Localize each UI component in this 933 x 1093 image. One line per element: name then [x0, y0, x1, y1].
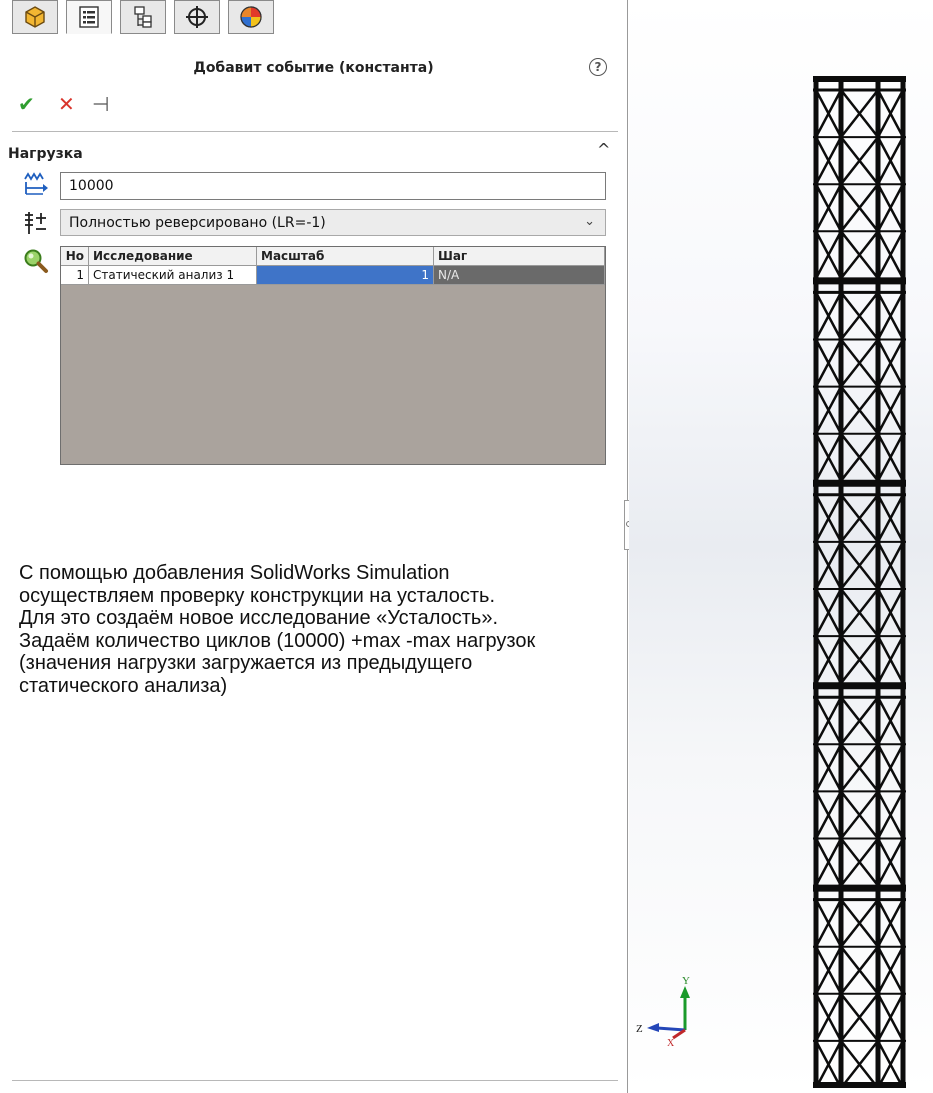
- truss-tower-model[interactable]: [813, 76, 906, 1088]
- help-icon[interactable]: ?: [589, 58, 607, 76]
- appearance-sphere-icon: [240, 6, 262, 28]
- cycles-icon: [24, 172, 48, 195]
- z-axis-head: [647, 1023, 659, 1032]
- y-axis-head: [680, 986, 690, 998]
- row-number-cell: 1: [61, 266, 89, 285]
- column-header-step[interactable]: Шаг: [434, 247, 605, 266]
- caption-line: статического анализа): [19, 674, 228, 697]
- cycles-input[interactable]: [60, 172, 606, 200]
- magnifier-icon[interactable]: [23, 248, 49, 274]
- display-manager-tab[interactable]: [228, 0, 274, 34]
- study-cell[interactable]: Статический анализ 1: [89, 266, 257, 285]
- study-table: Но Исследование Масштаб Шаг 1 Статически…: [60, 246, 606, 465]
- loading-type-select[interactable]: Полностью реверсировано (LR=-1) ⌄: [60, 209, 606, 236]
- caption-line: С помощью добавления SolidWorks Simulati…: [19, 562, 450, 584]
- crosshair-icon: [186, 6, 208, 28]
- configuration-manager-icon: [134, 6, 152, 28]
- chevron-down-icon: ⌄: [584, 214, 595, 229]
- caption-line: осуществляем проверку конструкции на уст…: [19, 584, 496, 607]
- y-axis-label: Y: [682, 975, 690, 987]
- caption-text: С помощью добавления SolidWorks Simulati…: [19, 562, 619, 697]
- x-axis-label: X: [667, 1038, 675, 1049]
- column-header-scale[interactable]: Масштаб: [257, 247, 434, 266]
- dimxpert-tab[interactable]: [174, 0, 220, 34]
- column-header-number[interactable]: Но: [61, 247, 89, 266]
- step-cell[interactable]: N/A: [434, 266, 605, 285]
- graphics-viewport[interactable]: Y Z X: [629, 0, 933, 1093]
- z-axis-label: Z: [636, 1023, 643, 1035]
- collapse-icon[interactable]: ^: [597, 140, 610, 159]
- ok-button[interactable]: ✔: [18, 92, 35, 116]
- cancel-button[interactable]: ✕: [58, 92, 75, 116]
- x-axis-arrow: [672, 1028, 686, 1040]
- axis-triad: Y Z X: [636, 975, 690, 1049]
- z-axis-arrow: [656, 1026, 686, 1032]
- table-header-row: Но Исследование Масштаб Шаг: [61, 247, 605, 266]
- configuration-manager-tab[interactable]: [120, 0, 166, 34]
- panel-title: Добавит событие (константа): [193, 60, 434, 76]
- panel-tab-bar: [0, 0, 627, 36]
- divider: [12, 131, 618, 132]
- caption-line: Для это создаём новое исследование «Уста…: [19, 607, 498, 629]
- section-label-load: Нагрузка: [8, 146, 83, 162]
- property-manager-tab[interactable]: [66, 0, 112, 34]
- caption-line: Задаём количество циклов (10000) +max -m…: [19, 629, 536, 652]
- cube-icon: [25, 6, 45, 28]
- table-row[interactable]: 1 Статический анализ 1 1 N/A: [61, 266, 605, 285]
- part-tab[interactable]: [12, 0, 58, 34]
- divider: [12, 1080, 618, 1081]
- scale-cell[interactable]: 1: [257, 266, 434, 285]
- property-manager-panel: Добавит событие (константа) ? ✔ ✕ ⊣ Нагр…: [0, 0, 628, 1093]
- pin-button[interactable]: ⊣: [92, 92, 109, 116]
- loading-type-value: Полностью реверсировано (LR=-1): [69, 214, 326, 231]
- caption-line: (значения нагрузки загружается из предыд…: [19, 652, 473, 674]
- column-header-study[interactable]: Исследование: [89, 247, 257, 266]
- property-manager-icon: [79, 6, 99, 28]
- loading-type-icon: [25, 212, 46, 234]
